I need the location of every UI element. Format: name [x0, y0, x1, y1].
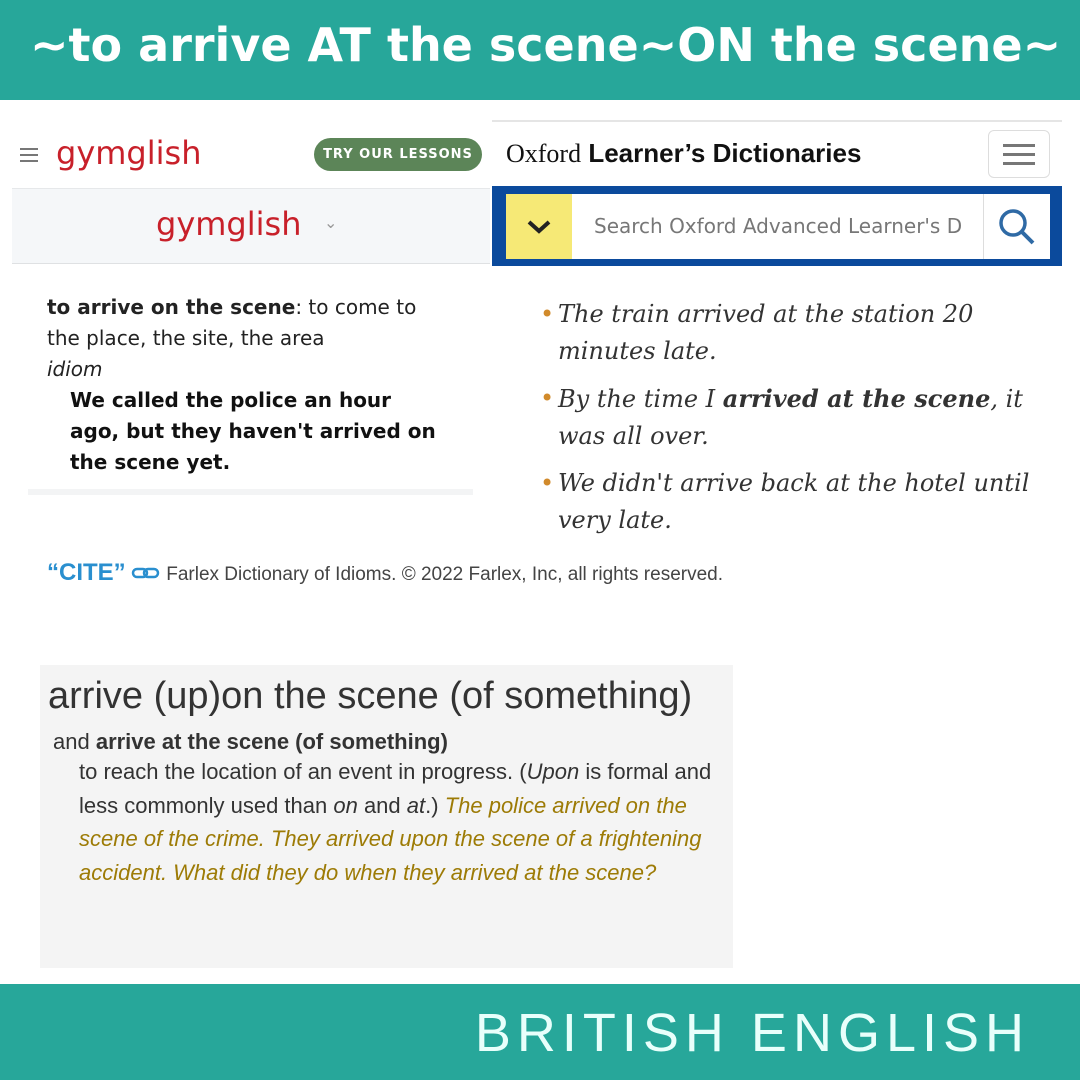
dictionary-dropdown[interactable]	[506, 194, 572, 259]
footer-text: BRITISH ENGLISH	[474, 1003, 1030, 1063]
term: to arrive on the scene	[47, 295, 296, 319]
chevron-down-icon	[527, 220, 551, 234]
try-lessons-button[interactable]: TRY OUR LESSONS	[314, 138, 482, 171]
oxford-search-bar: Search Oxford Advanced Learner's D	[492, 186, 1062, 266]
gymglish-definition: to arrive on the scene: to come to the p…	[47, 292, 447, 478]
link-icon[interactable]	[131, 566, 161, 580]
gymglish-subheader[interactable]: gymglish ⌄	[12, 188, 490, 264]
cite-text: Farlex Dictionary of Idioms. © 2022 Farl…	[166, 564, 723, 585]
citation: “CITE” Farlex Dictionary of Idioms. © 20…	[47, 555, 727, 592]
oxford-logo[interactable]: Oxford Learner’s Dictionaries	[506, 138, 861, 169]
search-icon	[999, 208, 1035, 244]
hamburger-menu-icon[interactable]	[20, 148, 38, 166]
search-input[interactable]: Search Oxford Advanced Learner's D	[572, 194, 984, 259]
divider	[28, 489, 473, 495]
example: We called the police an hour ago, but th…	[70, 388, 436, 474]
headword: arrive (up)on the scene (of something)	[48, 675, 693, 717]
example-item: We didn't arrive back at the hotel until…	[540, 465, 1060, 539]
cite-link[interactable]: “CITE”	[47, 559, 126, 586]
oxford-examples: The train arrived at the station 20 minu…	[540, 296, 1060, 549]
gymglish-header: gymglish TRY OUR LESSONS	[12, 120, 490, 187]
oxford-header: Oxford Learner’s Dictionaries	[492, 120, 1062, 186]
gymglish-logo[interactable]: gymglish	[56, 134, 201, 172]
search-button[interactable]	[984, 194, 1050, 259]
banner-title: ~to arrive AT the scene~ON the scene~	[30, 18, 1062, 72]
chevron-down-icon[interactable]: ⌄	[324, 213, 337, 233]
title-banner: ~to arrive AT the scene~ON the scene~	[0, 0, 1080, 100]
footer-banner: BRITISH ENGLISH	[0, 984, 1080, 1080]
example-item: The train arrived at the station 20 minu…	[540, 296, 1060, 370]
menu-button[interactable]	[988, 130, 1050, 178]
variant: arrive at the scene (of something)	[95, 729, 448, 754]
gymglish-sub-logo: gymglish	[156, 205, 302, 243]
example-item: By the time I arrived at the scene, it w…	[540, 380, 1060, 455]
farlex-entry: arrive (up)on the scene (of something) a…	[40, 665, 733, 968]
word-type: idiom	[47, 357, 103, 381]
definition: to reach the location of an event in pro…	[79, 759, 712, 885]
